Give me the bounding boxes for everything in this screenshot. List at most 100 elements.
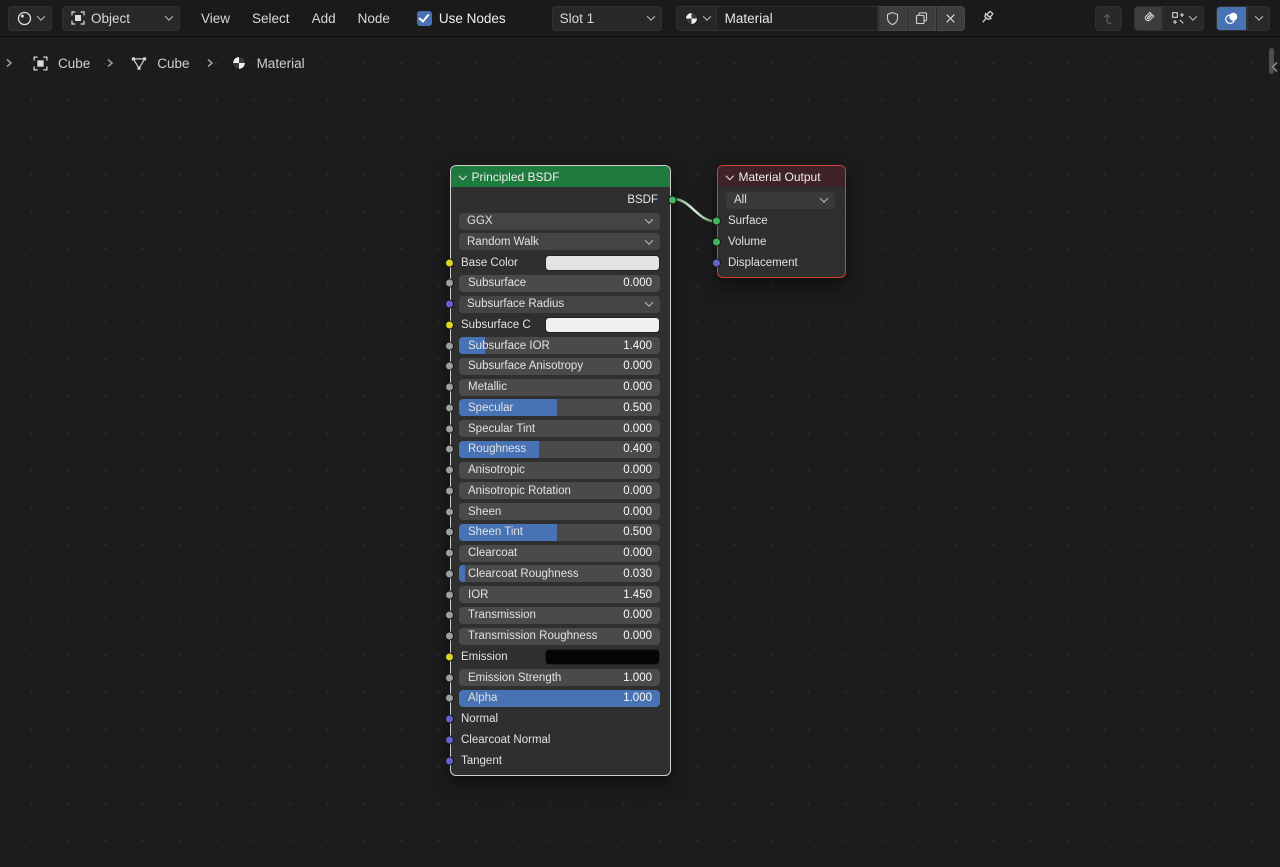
input-socket[interactable]: [445, 652, 454, 661]
node-material-output[interactable]: Material Output AllSurfaceVolumeDisplace…: [717, 165, 846, 278]
node-header[interactable]: Material Output: [718, 166, 845, 187]
input-socket[interactable]: [445, 320, 454, 329]
input-socket[interactable]: [445, 715, 454, 724]
collapse-chevron-icon[interactable]: [459, 172, 467, 180]
input-socket[interactable]: [445, 403, 454, 412]
color-swatch[interactable]: [545, 255, 660, 271]
value-slider[interactable]: Roughness0.400: [459, 441, 660, 458]
new-material-button[interactable]: [907, 6, 936, 31]
slot-dropdown[interactable]: Slot 1: [552, 6, 662, 31]
node-link-bsdf-surface[interactable]: [671, 199, 717, 222]
input-socket[interactable]: [445, 341, 454, 350]
menu-select[interactable]: Select: [241, 11, 301, 26]
input-socket[interactable]: [445, 673, 454, 682]
value-slider[interactable]: Transmission0.000: [459, 607, 660, 624]
slider-value: 0.000: [623, 506, 660, 518]
input-socket[interactable]: [445, 424, 454, 433]
input-socket[interactable]: [445, 466, 454, 475]
value-slider[interactable]: Clearcoat Roughness0.030: [459, 565, 660, 582]
input-socket[interactable]: [445, 445, 454, 454]
input-socket[interactable]: [712, 217, 721, 226]
value-slider[interactable]: Anisotropic0.000: [459, 462, 660, 479]
value-slider[interactable]: Alpha1.000: [459, 690, 660, 707]
input-socket[interactable]: [712, 258, 721, 267]
input-socket[interactable]: [445, 279, 454, 288]
mode-dropdown[interactable]: Object: [62, 6, 180, 31]
node-row: Subsurface0.000: [451, 273, 670, 294]
input-socket[interactable]: [445, 549, 454, 558]
unlink-material-button[interactable]: [936, 6, 965, 31]
value-slider[interactable]: Subsurface Anisotropy0.000: [459, 358, 660, 375]
snap-toggle-button[interactable]: [1134, 6, 1162, 31]
value-slider[interactable]: Specular Tint0.000: [459, 420, 660, 437]
node-row: Subsurface Anisotropy0.000: [451, 356, 670, 377]
browse-material-button[interactable]: [676, 6, 716, 31]
color-swatch[interactable]: [545, 649, 660, 665]
dropdown[interactable]: Subsurface Radius: [459, 296, 660, 313]
use-nodes-toggle[interactable]: Use Nodes: [417, 11, 506, 26]
overlays-toggle-button[interactable]: [1216, 6, 1247, 31]
input-socket[interactable]: [445, 735, 454, 744]
node-row: Specular0.500: [451, 398, 670, 419]
socket-label: Displacement: [726, 257, 798, 269]
checkbox-checked-icon[interactable]: [417, 11, 432, 26]
socket-label: Tangent: [459, 755, 502, 767]
input-socket[interactable]: [445, 569, 454, 578]
node-canvas[interactable]: Cube Cube: [0, 37, 1280, 867]
slider-value: 0.000: [623, 381, 660, 393]
overlays-dropdown[interactable]: [1247, 6, 1270, 31]
shader-editor: Object View Select Add Node Use Nodes Sl…: [0, 0, 1280, 867]
input-socket[interactable]: [445, 507, 454, 516]
input-socket[interactable]: [445, 300, 454, 309]
input-socket[interactable]: [445, 486, 454, 495]
input-socket[interactable]: [445, 611, 454, 620]
collapse-chevron-icon[interactable]: [726, 172, 734, 180]
material-datablock: Material: [676, 6, 965, 31]
sidebar-toggle-arrow[interactable]: [1270, 61, 1279, 73]
input-socket[interactable]: [445, 756, 454, 765]
value-slider[interactable]: Sheen Tint0.500: [459, 524, 660, 541]
value-slider[interactable]: Subsurface IOR1.400: [459, 337, 660, 354]
value-slider[interactable]: Anisotropic Rotation0.000: [459, 482, 660, 499]
dropdown[interactable]: GGX: [459, 213, 660, 230]
go-parent-node-tree-button[interactable]: [1095, 6, 1122, 31]
input-socket[interactable]: [445, 632, 454, 641]
node-header[interactable]: Principled BSDF: [451, 166, 670, 187]
value-slider[interactable]: Emission Strength1.000: [459, 669, 660, 686]
slider-label: Clearcoat Roughness: [459, 568, 579, 580]
pin-button[interactable]: [978, 9, 997, 28]
value-slider[interactable]: IOR1.450: [459, 586, 660, 603]
dropdown[interactable]: Random Walk: [459, 233, 660, 250]
value-slider[interactable]: Specular0.500: [459, 399, 660, 416]
output-socket[interactable]: [668, 196, 677, 205]
fake-user-button[interactable]: [878, 6, 907, 31]
output-label: BSDF: [627, 194, 660, 206]
input-socket[interactable]: [712, 237, 721, 246]
value-slider[interactable]: Transmission Roughness0.000: [459, 628, 660, 645]
slider-value: 0.000: [623, 464, 660, 476]
input-socket[interactable]: [445, 694, 454, 703]
input-socket[interactable]: [445, 528, 454, 537]
dropdown[interactable]: All: [726, 192, 835, 209]
menu-add[interactable]: Add: [301, 11, 347, 26]
editor-type-dropdown[interactable]: [8, 6, 52, 31]
value-slider[interactable]: Sheen0.000: [459, 503, 660, 520]
node-row: Volume: [718, 232, 845, 253]
snap-element-dropdown[interactable]: [1162, 6, 1204, 31]
input-socket[interactable]: [445, 590, 454, 599]
chevron-down-icon: [646, 12, 654, 20]
input-socket[interactable]: [445, 362, 454, 371]
color-swatch[interactable]: [545, 317, 660, 333]
node-principled-bsdf[interactable]: Principled BSDF BSDFGGXRandom WalkBase C…: [450, 165, 671, 776]
value-slider[interactable]: Metallic0.000: [459, 379, 660, 396]
menu-view[interactable]: View: [190, 11, 241, 26]
shield-icon: [885, 11, 900, 26]
input-socket[interactable]: [445, 383, 454, 392]
material-name-field[interactable]: Material: [716, 6, 878, 31]
value-slider[interactable]: Subsurface0.000: [459, 275, 660, 292]
menu-node[interactable]: Node: [347, 11, 401, 26]
value-slider[interactable]: Clearcoat0.000: [459, 545, 660, 562]
input-socket[interactable]: [445, 258, 454, 267]
socket-label: Volume: [726, 236, 766, 248]
slider-value: 0.000: [623, 547, 660, 559]
